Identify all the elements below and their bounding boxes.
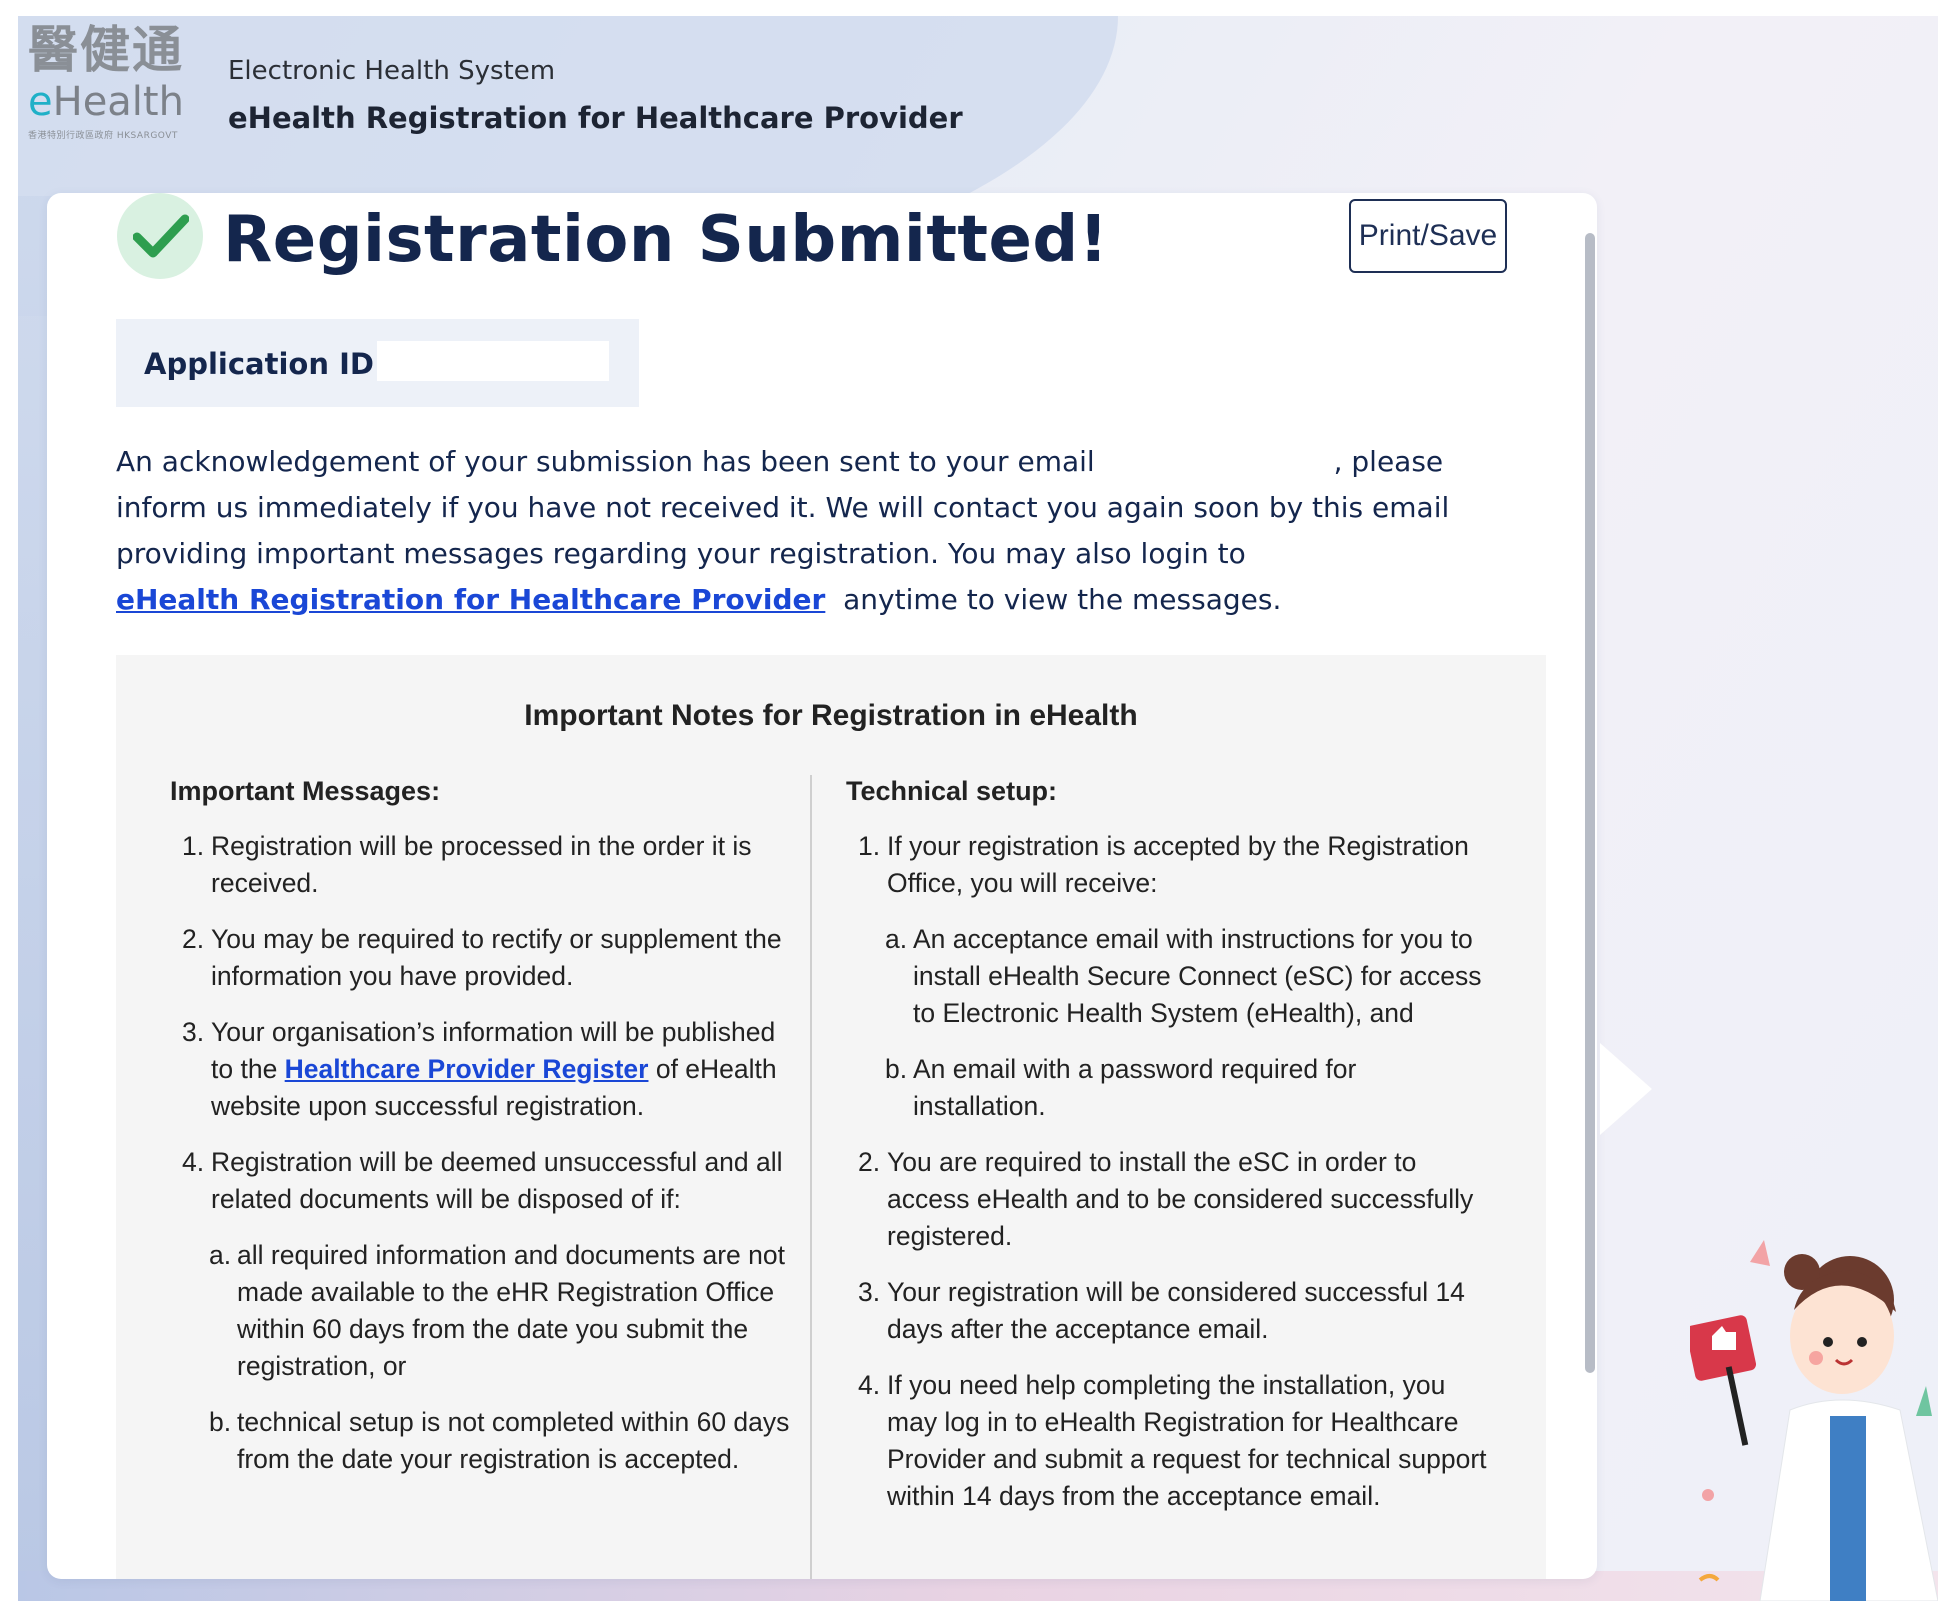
logo-english-text: eHealth [28, 79, 184, 125]
item-number: 4. [858, 1370, 881, 1400]
application-id-label: Application ID : [144, 347, 396, 381]
ehealth-logo[interactable]: 醫健通 eHealth 香港特別行政區政府 HKSARGOVT [28, 20, 208, 160]
item-number: 2. [858, 1147, 881, 1177]
doctor-mascot-illustration [1690, 1240, 1938, 1601]
important-messages-heading: Important Messages: [170, 776, 441, 806]
list-item: 4. If you need help completing the insta… [858, 1367, 1496, 1515]
application-id-value [377, 341, 609, 381]
important-notes-panel: Important Notes for Registration in eHea… [116, 655, 1546, 1579]
notes-divider [810, 775, 812, 1579]
item-text: Registration will be deemed unsuccessful… [211, 1147, 783, 1214]
list-item: 1. Registration will be processed in the… [182, 828, 800, 902]
list-item: 1. If your registration is accepted by t… [858, 828, 1496, 902]
item-number: 1. [182, 831, 205, 861]
item-letter: b. [885, 1054, 908, 1084]
item-text: An email with a password required for in… [913, 1054, 1357, 1121]
ehealth-registration-link[interactable]: eHealth Registration for Healthcare Prov… [116, 583, 825, 616]
item-text: Registration will be processed in the or… [211, 831, 752, 898]
important-messages-column: Important Messages: 1. Registration will… [170, 773, 800, 1497]
list-item: 4. Registration will be deemed unsuccess… [182, 1144, 800, 1218]
item-letter: b. [209, 1407, 232, 1437]
sub-list-item: b. technical setup is not completed with… [209, 1404, 800, 1478]
sub-list-item: b. An email with a password required for… [885, 1051, 1496, 1125]
notes-title: Important Notes for Registration in eHea… [524, 699, 1138, 732]
item-number: 2. [182, 924, 205, 954]
ack-text-part3: anytime to view the messages. [843, 583, 1282, 616]
sub-list-item: a. An acceptance email with instructions… [885, 921, 1496, 1032]
confirmation-card: Registration Submitted! Print/Save Appli… [47, 193, 1597, 1579]
technical-setup-heading: Technical setup: [846, 776, 1058, 806]
item-number: 1. [858, 831, 881, 861]
sub-list-item: a. all required information and document… [209, 1237, 800, 1385]
item-letter: a. [885, 924, 908, 954]
item-number: 3. [182, 1017, 205, 1047]
item-text: An acceptance email with instructions fo… [913, 924, 1482, 1028]
item-text: You may be required to rectify or supple… [211, 924, 782, 991]
item-number: 4. [182, 1147, 205, 1177]
print-save-button[interactable]: Print/Save [1349, 199, 1507, 273]
list-item: 3. Your organisation’s information will … [182, 1014, 800, 1125]
application-id-box: Application ID : [116, 319, 639, 407]
check-icon [117, 193, 203, 279]
ack-text-part1: An acknowledgement of your submission ha… [116, 445, 1095, 478]
list-item: 2. You may be required to rectify or sup… [182, 921, 800, 995]
item-text: all required information and documents a… [237, 1240, 785, 1381]
item-letter: a. [209, 1240, 232, 1270]
logo-chinese-text: 醫健通 [28, 20, 184, 79]
page-title: Registration Submitted! [223, 203, 1109, 277]
item-number: 3. [858, 1277, 881, 1307]
next-arrow-icon[interactable] [1600, 1043, 1652, 1135]
item-text: You are required to install the eSC in o… [887, 1147, 1474, 1251]
list-item: 3. Your registration will be considered … [858, 1274, 1496, 1348]
item-text: Your registration will be considered suc… [887, 1277, 1465, 1344]
item-text: If you need help completing the installa… [887, 1370, 1487, 1511]
item-text: If your registration is accepted by the … [887, 831, 1469, 898]
acknowledgement-text: An acknowledgement of your submission ha… [116, 439, 1536, 623]
technical-setup-column: Technical setup: 1. If your registration… [846, 773, 1496, 1534]
healthcare-provider-register-link[interactable]: Healthcare Provider Register [285, 1054, 649, 1084]
system-name: Electronic Health System [228, 56, 556, 86]
logo-govt-text: 香港特別行政區政府 HKSARGOVT [28, 131, 178, 141]
list-item: 2. You are required to install the eSC i… [858, 1144, 1496, 1255]
app-title: eHealth Registration for Healthcare Prov… [228, 101, 963, 135]
item-text: technical setup is not completed within … [237, 1407, 790, 1474]
scrollbar-thumb[interactable] [1585, 233, 1595, 1373]
